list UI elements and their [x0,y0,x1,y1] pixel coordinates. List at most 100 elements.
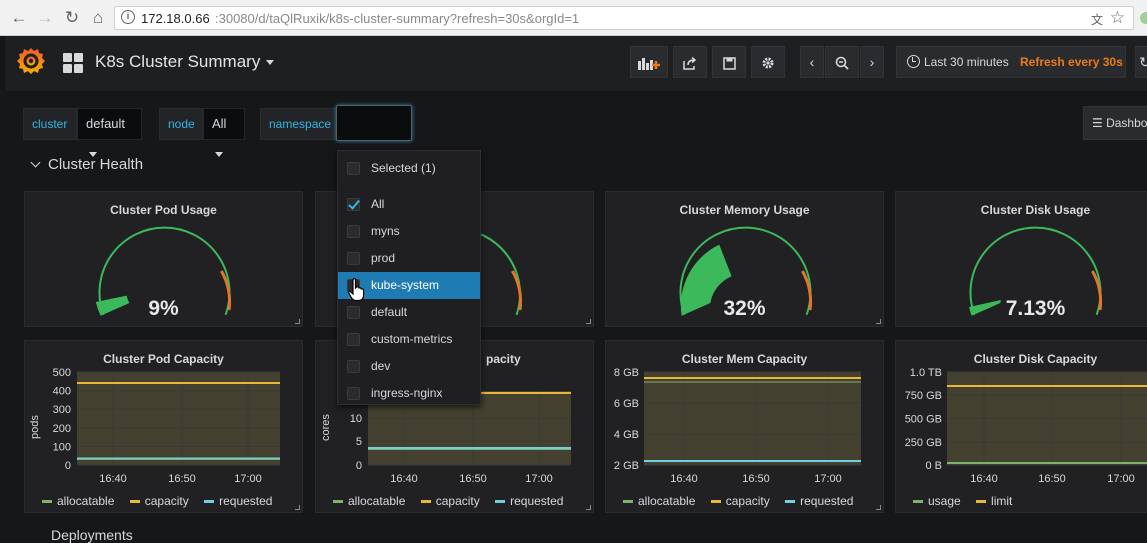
dashboards-grid-icon[interactable] [63,53,83,73]
legend-item[interactable]: requested [204,494,272,508]
dropdown-option-dev[interactable]: dev [338,353,480,380]
graph-legend: allocatable capacity requested [623,494,865,508]
dropdown-option-myns[interactable]: myns [338,218,480,245]
url-host: 172.18.0.66 [141,11,210,26]
legend-item[interactable]: requested [785,494,853,508]
time-forward-button[interactable]: › [860,46,884,78]
option-label: custom-metrics [371,332,453,346]
hand-pointer-icon [348,278,365,302]
legend-item[interactable]: requested [495,494,563,508]
panel-resize-handle[interactable] [876,319,881,324]
back-icon[interactable]: ← [9,8,29,28]
y-tick: 10 [350,413,362,425]
variable-cluster-select[interactable]: default [77,108,142,158]
legend-item[interactable]: capacity [129,494,189,508]
save-button[interactable] [712,46,746,78]
dropdown-selected-label: Selected (1) [371,161,436,175]
time-picker[interactable]: Last 30 minutes Refresh every 30s [896,46,1126,78]
namespace-filter-input[interactable] [336,105,412,141]
panel-resize-handle[interactable] [295,319,300,324]
checkbox-icon [347,162,360,175]
gauge-value: 9% [148,297,179,320]
legend-item[interactable]: usage [913,494,961,508]
panel-resize-handle[interactable] [586,505,591,510]
option-label: myns [371,224,400,238]
legend-item[interactable]: limit [976,494,1012,508]
x-tick: 17:00 [1107,473,1135,485]
reload-icon[interactable]: ↻ [62,8,82,28]
dashboard-links-button[interactable]: ☰ Dashboa [1083,106,1147,140]
panel-resize-handle[interactable] [586,319,591,324]
translate-icon[interactable]: 文 [1091,11,1103,28]
x-tick: 17:00 [234,473,262,485]
panel-cluster-mem-capacity[interactable]: Cluster Mem Capacity 8 GB 6 GB 4 GB 2 GB 16… [605,340,884,513]
y-tick: 200 [53,423,71,435]
gauge-value: 32% [723,297,766,320]
add-panel-button[interactable] [630,46,668,78]
legend-item[interactable]: allocatable [333,494,405,508]
legend-item[interactable]: capacity [420,494,480,508]
info-icon[interactable]: i [121,10,135,24]
panel-cluster-pod-capacity[interactable]: Cluster Pod Capacity pods 500 400 300 200 10… [24,340,303,513]
variable-node-value: All [212,116,227,131]
dropdown-option-prod[interactable]: prod [338,245,480,272]
dropdown-option-ingress-nginx[interactable]: ingress-nginx [338,380,480,407]
grafana-logo-icon[interactable] [15,45,47,77]
panel-resize-handle[interactable] [295,505,300,510]
browser-toolbar: ← → ↻ ⌂ i 172.18.0.66 :30080/d/taQlRuxik… [0,0,1147,36]
add-panel-icon [638,58,660,71]
panel-cluster-pod-usage[interactable]: Cluster Pod Usage 9% [24,191,303,327]
chevron-down-icon [30,157,41,168]
refresh-button[interactable]: ↻ [1135,46,1147,78]
y-tick: 500 [53,367,71,379]
x-tick: 16:40 [99,473,127,485]
forward-icon[interactable]: → [35,8,55,28]
time-back-button[interactable]: ‹ [800,46,824,78]
settings-button[interactable] [751,46,785,78]
graph-pod-capacity: 500 400 300 200 100 0 16:40 16:50 17:00 [53,367,280,485]
x-tick: 17:00 [814,473,842,485]
y-tick: 750 GB [905,390,942,402]
x-tick: 16:40 [390,473,418,485]
legend-item[interactable]: allocatable [42,494,114,508]
x-tick: 16:40 [970,473,998,485]
dashboard-title: K8s Cluster Summary [95,52,261,71]
x-tick: 16:50 [459,473,487,485]
variable-cluster-value: default [86,116,126,131]
dropdown-selected-toggle[interactable]: Selected (1) [338,155,480,182]
row-title-cluster-health[interactable]: Cluster Health [29,156,143,173]
y-tick: 6 GB [614,398,639,410]
legend-item[interactable]: capacity [710,494,770,508]
dropdown-option-all[interactable]: All [338,191,480,218]
dashboard-title-button[interactable]: K8s Cluster Summary [95,52,275,72]
y-tick: 4 GB [614,429,639,441]
panel-cluster-disk-usage[interactable]: Cluster Disk Usage 7.13% [895,191,1147,327]
zoom-out-button[interactable] [825,46,859,78]
option-label: dev [371,359,391,373]
panel-cluster-memory-usage[interactable]: Cluster Memory Usage 32% [605,191,884,327]
template-variables-bar: cluster default node All namespace ☰ Das… [5,91,1147,158]
bookmark-star-icon[interactable]: ☆ [1110,8,1125,28]
dropdown-option-custom-metrics[interactable]: custom-metrics [338,326,480,353]
share-icon [683,56,697,70]
checkbox-icon [347,225,360,238]
panel-resize-handle[interactable] [876,505,881,510]
y-tick: 0 [356,460,362,472]
panel-cluster-disk-capacity[interactable]: Cluster Disk Capacity 1.0 TB 750 GB 500 GB… [895,340,1147,513]
variable-node-select[interactable]: All [203,108,245,158]
legend-item[interactable]: allocatable [623,494,695,508]
url-path: :30080/d/taQlRuxik/k8s-cluster-summary?r… [215,11,580,26]
dropdown-option-default[interactable]: default [338,299,480,326]
x-tick: 16:40 [670,473,698,485]
graph-mem-capacity: 8 GB 6 GB 4 GB 2 GB 16:40 16:50 17:00 [614,367,861,485]
y-tick: 5 [356,436,362,448]
time-range-label: Last 30 minutes [924,55,1009,69]
graph-legend: allocatable capacity requested [333,494,575,508]
graph-legend: allocatable capacity requested [42,494,284,508]
share-button[interactable] [673,46,707,78]
extension-icon[interactable] [1140,12,1147,24]
row-title-deployments[interactable]: Deployments [51,527,133,543]
address-bar[interactable]: i 172.18.0.66 :30080/d/taQlRuxik/k8s-clu… [114,6,1134,30]
home-icon[interactable]: ⌂ [88,8,108,28]
y-tick: 100 [53,441,71,453]
